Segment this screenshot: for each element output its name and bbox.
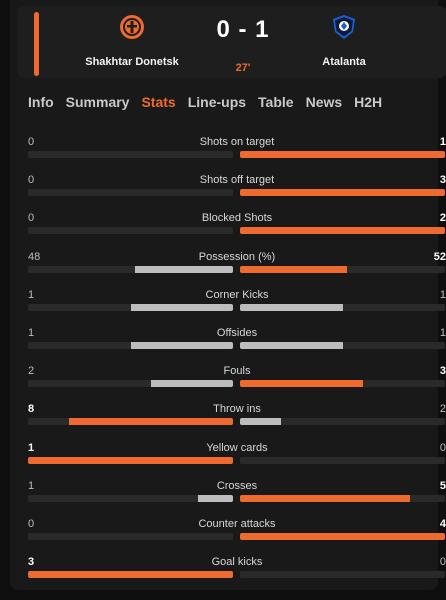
stat-away-fill [240, 418, 281, 426]
tab-line-ups[interactable]: Line-ups [188, 94, 246, 114]
tab-news[interactable]: News [306, 94, 343, 114]
stat-label: Shots off target [199, 174, 275, 187]
stat-label: Offsides [216, 327, 258, 339]
stat-away-value: 2 [439, 212, 446, 225]
match-tabs: Info Summary Stats Line-ups Table News H… [28, 94, 394, 114]
stat-away-value: 3 [439, 365, 446, 378]
stat-label: Goal kicks [211, 556, 263, 569]
stat-home-bar [28, 533, 233, 540]
stat-away-fill [240, 380, 363, 388]
stat-away-bar [240, 342, 445, 349]
stat-away-bar [240, 265, 445, 273]
stat-row: 0 Shots off target 3 [28, 174, 446, 204]
stat-home-bar [28, 571, 233, 579]
stat-away-bar [240, 456, 445, 464]
stat-away-value: 4 [439, 518, 446, 530]
stat-label: Corner Kicks [205, 288, 269, 301]
stat-home-bar [28, 456, 233, 464]
stat-away-fill [240, 533, 445, 540]
stat-home-bar [28, 189, 233, 197]
match-minute: 27' [235, 62, 251, 74]
tab-table[interactable]: Table [258, 94, 294, 114]
stat-row: 0 Counter attacks 4 [28, 518, 446, 548]
stat-away-bar [240, 571, 445, 579]
stat-label: Possession (%) [198, 250, 276, 263]
stat-away-bar [240, 380, 445, 388]
tab-h2h[interactable]: H2H [354, 94, 382, 114]
stat-row: 3 Goal kicks 0 [28, 556, 446, 586]
stat-home-bar [28, 303, 233, 311]
live-accent-bar [34, 12, 39, 76]
match-header[interactable]: Shakhtar Donetsk 0 - 1 27' Atalanta [18, 6, 446, 78]
tab-summary[interactable]: Summary [66, 94, 130, 114]
stat-home-fill [28, 571, 233, 579]
stat-away-value: 1 [439, 288, 446, 301]
stat-label: Yellow cards [206, 441, 268, 454]
stat-row: 1 Corner Kicks 1 [28, 289, 446, 319]
stat-row: 48 Possession (%) 52 [28, 251, 446, 281]
stat-home-fill [198, 494, 233, 502]
stat-away-value: 1 [439, 327, 446, 339]
stat-home-fill [69, 418, 233, 426]
tab-stats[interactable]: Stats [141, 94, 175, 114]
stat-away-bar [240, 418, 445, 426]
stat-away-value: 0 [439, 556, 446, 569]
stat-label: Shots on target [199, 136, 275, 148]
match-score: 0 - 1 [216, 16, 270, 43]
stat-home-bar [28, 265, 233, 273]
stat-row: 1 Crosses 5 [28, 480, 446, 510]
home-team[interactable]: Shakhtar Donetsk [62, 14, 202, 68]
stat-row: 1 Offsides 1 [28, 327, 446, 357]
stat-away-value: 2 [439, 403, 446, 416]
stat-row: 0 Blocked Shots 2 [28, 212, 446, 242]
stat-away-bar [240, 533, 445, 540]
stat-home-fill [130, 303, 233, 311]
stat-away-bar [240, 494, 445, 502]
stat-label: Fouls [223, 365, 251, 378]
stat-away-bar [240, 227, 445, 235]
stat-home-bar [28, 494, 233, 502]
stat-away-fill [240, 342, 343, 349]
stat-home-fill [151, 380, 233, 388]
stat-away-value: 3 [439, 174, 446, 187]
stat-home-bar [28, 227, 233, 235]
tab-info[interactable]: Info [28, 94, 54, 114]
stat-home-fill [134, 265, 233, 273]
stat-row: 1 Yellow cards 0 [28, 442, 446, 472]
stat-home-bar [28, 380, 233, 388]
stat-away-value: 5 [439, 479, 446, 492]
stat-home-bar [28, 151, 233, 158]
away-team-name: Atalanta [322, 56, 366, 68]
stat-row: 8 Throw ins 2 [28, 403, 446, 433]
stat-away-fill [240, 303, 343, 311]
stat-row: 0 Shots on target 1 [28, 136, 446, 166]
stat-label: Throw ins [213, 403, 261, 416]
stat-away-fill [240, 494, 411, 502]
stat-away-fill [240, 151, 445, 158]
stat-label: Blocked Shots [201, 212, 273, 225]
stat-label: Counter attacks [198, 518, 276, 530]
stat-label: Crosses [216, 479, 258, 492]
shakhtar-crest-icon [120, 15, 144, 39]
stat-away-fill [240, 227, 445, 235]
stat-home-bar [28, 418, 233, 426]
stat-row: 2 Fouls 3 [28, 365, 446, 395]
stat-away-fill [240, 189, 445, 197]
atalanta-crest-icon [333, 15, 355, 39]
match-card: Shakhtar Donetsk 0 - 1 27' Atalanta Info… [10, 0, 446, 590]
stat-away-value: 52 [433, 250, 446, 263]
stat-away-bar [240, 303, 445, 311]
stat-away-value: 0 [439, 441, 446, 454]
stat-away-bar [240, 151, 445, 158]
stat-away-value: 1 [439, 136, 446, 148]
away-team[interactable]: Atalanta [274, 14, 414, 68]
stat-home-fill [28, 456, 233, 464]
stat-away-fill [240, 265, 347, 273]
stat-home-bar [28, 342, 233, 349]
stat-away-bar [240, 189, 445, 197]
home-team-name: Shakhtar Donetsk [85, 56, 179, 68]
stat-home-fill [130, 342, 233, 349]
